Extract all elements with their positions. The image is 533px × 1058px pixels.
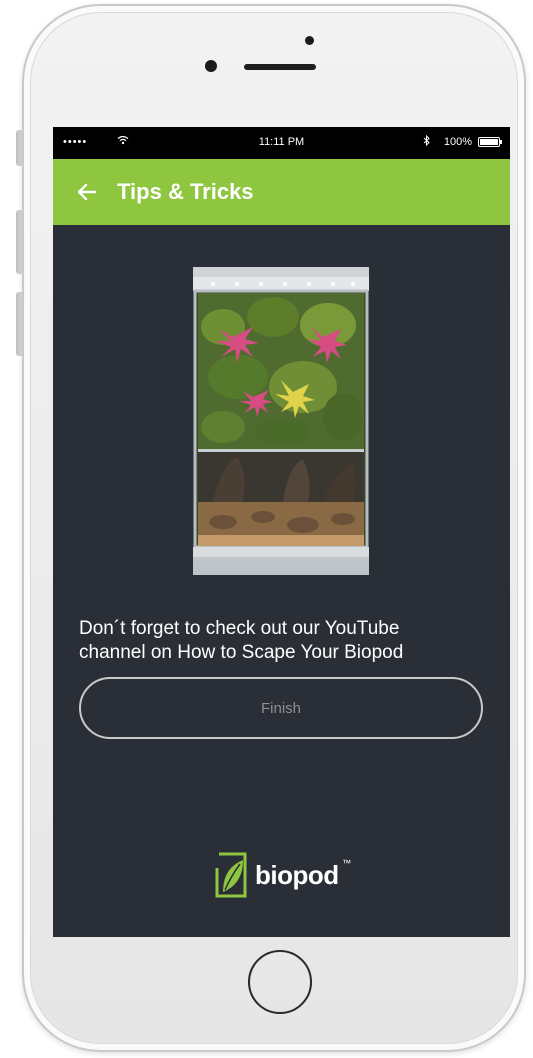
message-line-2: channel on How to Scape Your Biopod <box>79 642 404 663</box>
brand-name: biopod ™ <box>255 858 351 891</box>
front-camera <box>205 60 217 72</box>
screen: ••••• 11:11 PM 100% Tips & Tricks Don´t … <box>53 127 510 937</box>
battery-icon <box>478 137 502 147</box>
terrarium-image <box>193 267 369 575</box>
status-bar: ••••• 11:11 PM 100% <box>53 127 510 159</box>
message-line-1: Don´t forget to check out our YouTube <box>79 618 400 639</box>
biopod-leaf-icon <box>215 852 247 898</box>
proximity-sensor <box>305 36 314 45</box>
trademark-symbol: ™ <box>342 857 351 868</box>
finish-button[interactable]: Finish <box>79 677 483 739</box>
bluetooth-icon <box>423 134 430 149</box>
brand-wordmark: biopod <box>255 859 339 890</box>
brand-logo: biopod ™ <box>213 847 353 903</box>
youtube-message: Don´t forget to check out our YouTube ch… <box>79 617 494 665</box>
home-button[interactable] <box>248 950 312 1014</box>
battery-percent: 100% <box>443 136 472 148</box>
back-arrow-icon[interactable] <box>67 183 107 201</box>
page-title: Tips & Tricks <box>117 179 254 204</box>
status-time: 11:11 PM <box>258 136 305 148</box>
stage: ••••• 11:11 PM 100% Tips & Tricks Don´t … <box>0 0 533 1058</box>
app-bar: Tips & Tricks <box>53 159 510 225</box>
earpiece-speaker <box>244 64 316 70</box>
